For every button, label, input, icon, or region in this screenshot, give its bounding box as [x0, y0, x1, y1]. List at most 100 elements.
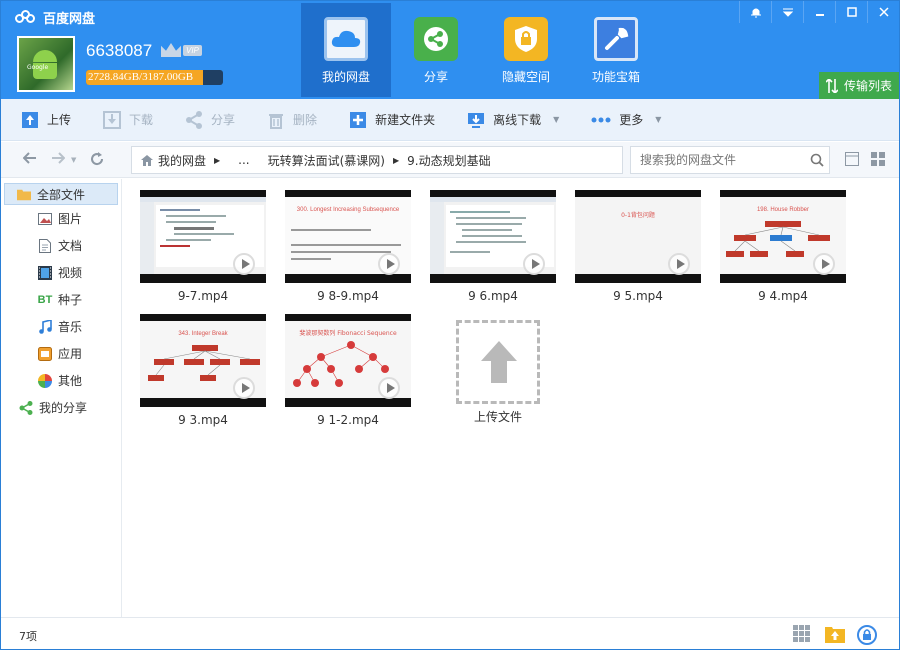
- sidebar-item-label: 我的分享: [39, 401, 88, 415]
- crown-icon: [161, 43, 181, 57]
- share-icon: [414, 17, 458, 61]
- menu-icon[interactable]: [771, 1, 803, 23]
- sidebar-item-torrents[interactable]: BT 种子: [1, 286, 121, 313]
- offline-download-icon: [467, 111, 485, 129]
- video-thumbnail: 300. Longest Increasing Subsequence: [285, 190, 411, 283]
- sidebar-item-label: 全部文件: [37, 187, 86, 202]
- nav-my-disk[interactable]: 我的网盘: [301, 3, 391, 97]
- slide-title: 0-1背包问题: [621, 211, 655, 219]
- download-button[interactable]: 下载: [103, 99, 153, 141]
- share-label: 分享: [211, 113, 236, 127]
- new-folder-icon: [349, 111, 367, 129]
- upload-icon: [21, 111, 39, 129]
- nav-label: 我的网盘: [321, 70, 370, 84]
- grid-icon[interactable]: [793, 625, 811, 643]
- share-button[interactable]: 分享: [185, 99, 235, 141]
- offline-download-button[interactable]: 离线下载 ▼: [467, 99, 559, 141]
- video-thumbnail: 0-1背包问题: [575, 190, 701, 283]
- upload-file-label[interactable]: 上传文件: [456, 408, 540, 425]
- minimize-icon[interactable]: [803, 1, 835, 23]
- more-button[interactable]: 更多 ▼: [591, 99, 661, 141]
- new-folder-button[interactable]: 新建文件夹: [349, 99, 435, 141]
- play-icon[interactable]: [378, 377, 400, 399]
- file-name: 9 4.mp4: [758, 289, 808, 303]
- upload-label: 上传: [47, 113, 72, 127]
- grid-view-icon[interactable]: [871, 152, 885, 169]
- play-icon[interactable]: [813, 253, 835, 275]
- bell-icon[interactable]: [739, 1, 771, 23]
- play-icon[interactable]: [378, 253, 400, 275]
- delete-button[interactable]: 删除: [267, 99, 317, 141]
- image-icon: [38, 212, 52, 226]
- app-icon: [38, 346, 52, 361]
- home-icon[interactable]: [140, 154, 154, 167]
- music-icon: [38, 319, 52, 334]
- breadcrumb: 我的网盘 ▶ ... 玩转算法面试(慕课网) ▶ 9.动态规划基础: [131, 146, 623, 174]
- nav-hidden-space[interactable]: 隐藏空间: [481, 3, 571, 97]
- maximize-icon[interactable]: [835, 1, 867, 23]
- file-item[interactable]: 9-7.mp4: [140, 190, 266, 303]
- slide-title: 斐波那契数列 Fibonacci Sequence: [299, 329, 397, 337]
- search-input[interactable]: [640, 153, 800, 167]
- storage-quota-bar: 2728.84GB/3187.00GB: [86, 70, 223, 85]
- breadcrumb-parent[interactable]: 玩转算法面试(慕课网): [268, 152, 385, 169]
- upload-button[interactable]: 上传: [21, 99, 71, 141]
- upload-folder-icon[interactable]: [825, 625, 845, 643]
- avatar-caption: Google: [27, 64, 49, 71]
- sidebar-item-documents[interactable]: 文档: [1, 232, 121, 259]
- file-item[interactable]: 0-1背包问题 9 5.mp4: [575, 190, 701, 303]
- video-thumbnail: 343. Integer Break: [140, 314, 266, 407]
- share-icon: [19, 400, 33, 415]
- quota-text: 2728.84GB/3187.00GB: [88, 71, 194, 83]
- sidebar-item-videos[interactable]: 视频: [1, 259, 121, 286]
- list-view-icon[interactable]: [845, 152, 859, 169]
- play-icon[interactable]: [233, 253, 255, 275]
- sidebar-item-my-shares[interactable]: 我的分享: [1, 394, 121, 421]
- sidebar-item-music[interactable]: 音乐: [1, 313, 121, 340]
- file-name: 9-7.mp4: [177, 289, 229, 303]
- sidebar-item-images[interactable]: 图片: [1, 205, 121, 232]
- play-icon[interactable]: [233, 377, 255, 399]
- upload-file-tile[interactable]: [456, 320, 540, 404]
- document-icon: [38, 238, 52, 253]
- refresh-icon[interactable]: [90, 152, 104, 170]
- status-bar: 7项: [1, 617, 899, 649]
- transfer-list-button[interactable]: 传输列表: [819, 72, 899, 99]
- breadcrumb-current[interactable]: 9.动态规划基础: [407, 152, 490, 169]
- more-label: 更多: [619, 113, 644, 127]
- toolbox-icon: [594, 17, 638, 61]
- file-item[interactable]: 343. Integer Break 9 3.mp4: [140, 314, 266, 427]
- breadcrumb-ellipsis[interactable]: ...: [238, 153, 249, 167]
- file-item[interactable]: 9 6.mp4: [430, 190, 556, 303]
- video-thumbnail: 198. House Robber: [720, 190, 846, 283]
- chevron-down-icon: ▼: [553, 115, 560, 124]
- more-icon: [591, 111, 611, 129]
- download-icon: [103, 110, 122, 129]
- download-label: 下载: [129, 113, 154, 127]
- play-icon[interactable]: [523, 253, 545, 275]
- sidebar-item-all-files[interactable]: 全部文件: [4, 183, 118, 205]
- vip-badge[interactable]: VIP: [161, 43, 202, 57]
- nav-label: 分享: [423, 70, 448, 84]
- lock-status-icon[interactable]: [857, 625, 877, 645]
- video-icon: [38, 265, 52, 280]
- avatar[interactable]: Google: [17, 36, 75, 92]
- nav-toolbox[interactable]: 功能宝箱: [571, 3, 661, 97]
- history-dropdown-icon[interactable]: ▼: [71, 156, 76, 170]
- close-icon[interactable]: [867, 1, 899, 23]
- breadcrumb-root[interactable]: 我的网盘: [158, 152, 206, 169]
- search-icon[interactable]: [810, 153, 824, 167]
- sidebar: 全部文件 图片 文档 视频 BT 种子 音乐 应用 其他 我的分享: [1, 179, 122, 617]
- sidebar-item-apps[interactable]: 应用: [1, 340, 121, 367]
- bt-icon: BT: [37, 293, 53, 306]
- play-icon[interactable]: [668, 253, 690, 275]
- back-icon[interactable]: [22, 152, 37, 170]
- nav-share[interactable]: 分享: [391, 3, 481, 97]
- file-item[interactable]: 斐波那契数列 Fibonacci Sequence 9 1-2.mp4: [285, 314, 411, 427]
- file-item[interactable]: 198. House Robber 9 4.mp4: [720, 190, 846, 303]
- sidebar-item-label: 其他: [58, 374, 83, 388]
- forward-icon[interactable]: [51, 152, 66, 170]
- username[interactable]: 6638087: [86, 41, 152, 61]
- file-item[interactable]: 300. Longest Increasing Subsequence 9 8-…: [285, 190, 411, 303]
- sidebar-item-other[interactable]: 其他: [1, 367, 121, 394]
